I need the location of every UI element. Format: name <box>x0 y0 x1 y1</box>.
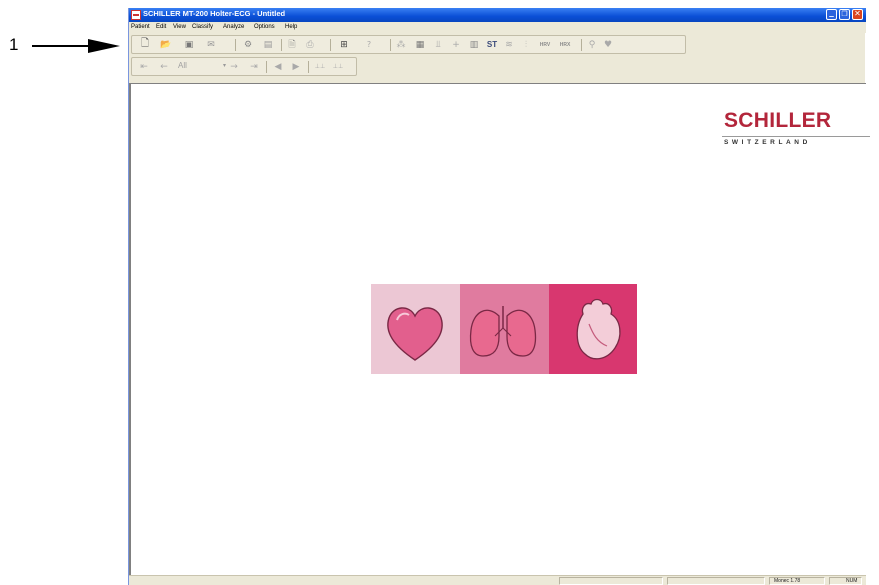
main-toolbar: 🗋 📂 ▣ ✉ ⚙ ▤ 🗎 ⎙ ⊞ ? ⁂ ▦ ⫫ + ▥ ST ≋ ⫶ HRV… <box>131 35 686 54</box>
save-icon[interactable]: ▣ <box>182 38 196 51</box>
filter-select[interactable]: All ▾ <box>176 60 228 73</box>
hrx-button[interactable]: HRX <box>557 38 573 51</box>
print-preview-icon[interactable]: 🗎 <box>285 38 299 51</box>
menu-edit[interactable]: Edit <box>156 24 166 30</box>
maximize-button[interactable]: ❐ <box>839 9 850 20</box>
chevron-down-icon: ▾ <box>222 63 226 69</box>
forward-block-icon[interactable]: ▶ <box>290 60 302 73</box>
toolbar-separator <box>266 61 267 73</box>
version-panel: Monec 1.78 <box>769 577 825 585</box>
st-button[interactable]: ST <box>485 38 499 51</box>
menu-bar: Patient Edit View Classify Analyze Optio… <box>129 22 866 33</box>
trend-icon[interactable]: ⫫ <box>432 38 444 51</box>
title-bar[interactable]: SCHILLER MT-200 Holter-ECG - Untitled _ … <box>129 8 866 22</box>
first-page-icon[interactable]: ⇤ <box>138 60 150 73</box>
num-lock-indicator: NUM <box>846 578 858 584</box>
window-title: SCHILLER MT-200 Holter-ECG - Untitled <box>143 9 286 18</box>
open-folder-icon[interactable]: 📂 <box>157 38 175 51</box>
logo-divider <box>722 136 870 137</box>
new-file-icon[interactable]: 🗋 <box>139 38 151 51</box>
organ-banner <box>371 284 637 374</box>
toolbar-separator <box>330 39 331 51</box>
menu-analyze[interactable]: Analyze <box>223 24 244 30</box>
toolbar-separator <box>235 39 236 51</box>
scale-up-icon[interactable]: ⊥⊥ <box>331 60 345 73</box>
minimize-icon: _ <box>829 8 834 18</box>
scale-down-icon[interactable]: ⊥⊥ <box>313 60 327 73</box>
report-icon[interactable]: ▤ <box>260 38 276 51</box>
menu-options[interactable]: Options <box>254 24 275 30</box>
toolbar-separator <box>281 39 282 51</box>
record-icon[interactable]: ⚙ <box>241 38 255 51</box>
version-text: Monec 1.78 <box>774 578 801 584</box>
previous-icon[interactable]: ← <box>158 60 170 73</box>
restore-icon: ❐ <box>841 10 848 18</box>
print-icon[interactable]: ⎙ <box>302 38 318 51</box>
navigation-toolbar: ⇤ ← All ▾ → ⇥ ◀ ▶ ⊥⊥ ⊥⊥ <box>131 57 357 76</box>
back-block-icon[interactable]: ◀ <box>272 60 284 73</box>
menu-view[interactable]: View <box>173 24 186 30</box>
toolbar-separator <box>390 39 391 51</box>
table-icon[interactable]: ▦ <box>413 38 427 51</box>
close-button[interactable]: ✕ <box>852 9 863 20</box>
menu-classify[interactable]: Classify <box>192 24 213 30</box>
status-panel <box>667 577 765 585</box>
hrv-button[interactable]: HRV <box>537 38 553 51</box>
menu-patient[interactable]: Patient <box>131 24 150 30</box>
toolbar-separator <box>308 61 309 73</box>
logo-subtext: SWITZERLAND <box>724 139 811 146</box>
email-icon[interactable]: ✉ <box>202 38 220 51</box>
minimize-button[interactable]: _ <box>826 8 837 20</box>
status-bar: Monec 1.78 NUM <box>129 575 866 585</box>
app-icon <box>131 10 141 20</box>
callout-number: 1 <box>9 35 19 54</box>
app-window: SCHILLER MT-200 Holter-ECG - Untitled _ … <box>128 8 870 585</box>
network-icon[interactable]: ⊞ <box>335 38 353 51</box>
callout-arrow-icon <box>32 39 120 53</box>
arrhythmia-icon[interactable]: ⁂ <box>395 38 407 51</box>
logo-text: SCHILLER <box>724 109 832 132</box>
toolbar-separator <box>581 39 582 51</box>
last-page-icon[interactable]: ⇥ <box>248 60 260 73</box>
rhythm-icon[interactable]: ≋ <box>503 38 515 51</box>
filter-select-value: All <box>178 61 187 70</box>
next-icon[interactable]: → <box>228 60 240 73</box>
num-lock-panel: NUM <box>829 577 862 585</box>
close-icon: ✕ <box>854 9 861 18</box>
histogram-icon[interactable]: ▥ <box>467 38 481 51</box>
zoom-icon[interactable]: ⚲ <box>586 38 598 51</box>
help-icon[interactable]: ? <box>361 38 377 51</box>
heart-icon[interactable]: ♥ <box>602 38 614 51</box>
cursor-icon[interactable]: + <box>450 38 462 51</box>
hr-icon[interactable]: ⫶ <box>520 38 532 51</box>
menu-help[interactable]: Help <box>285 24 297 30</box>
status-panel <box>559 577 663 585</box>
